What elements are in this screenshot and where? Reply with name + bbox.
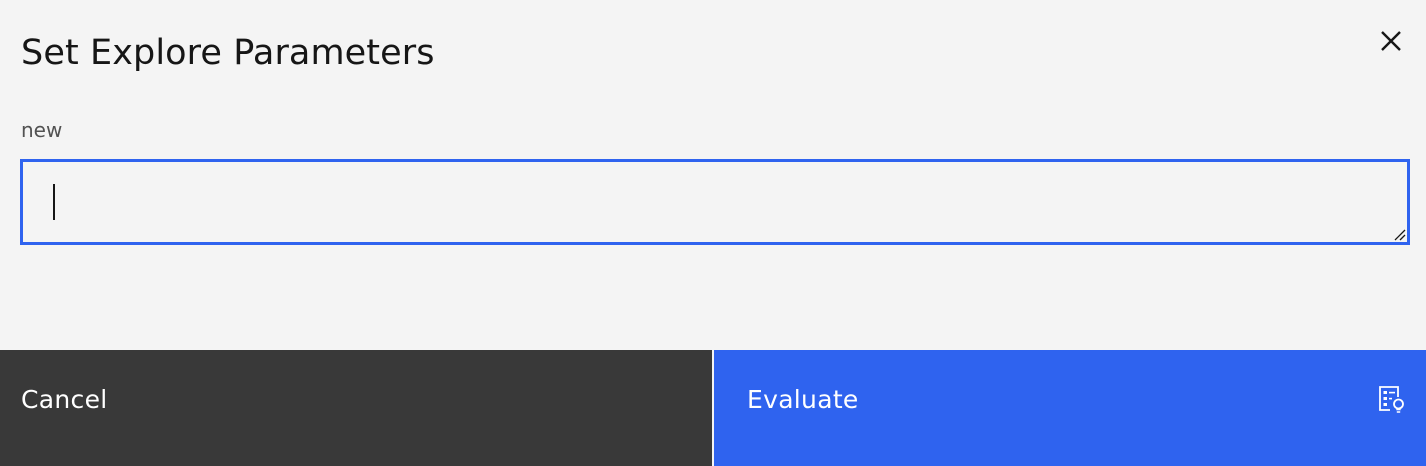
dialog-footer: Cancel Evaluate [0, 350, 1426, 466]
close-icon [1381, 31, 1401, 51]
report-lightbulb-icon [1379, 386, 1404, 413]
cancel-button[interactable]: Cancel [0, 350, 712, 466]
set-explore-parameters-dialog: Set Explore Parameters new Cancel Evalua… [0, 0, 1426, 466]
evaluate-button[interactable]: Evaluate [714, 350, 1426, 466]
parameter-textarea-container [20, 159, 1410, 245]
cancel-button-label: Cancel [21, 385, 108, 414]
dialog-title: Set Explore Parameters [21, 33, 435, 73]
resize-handle-icon[interactable] [1392, 227, 1406, 241]
text-cursor [53, 184, 55, 220]
close-button[interactable] [1372, 22, 1410, 60]
field-label: new [21, 118, 63, 142]
evaluate-button-label: Evaluate [747, 385, 859, 414]
parameter-textarea[interactable] [23, 162, 1407, 242]
